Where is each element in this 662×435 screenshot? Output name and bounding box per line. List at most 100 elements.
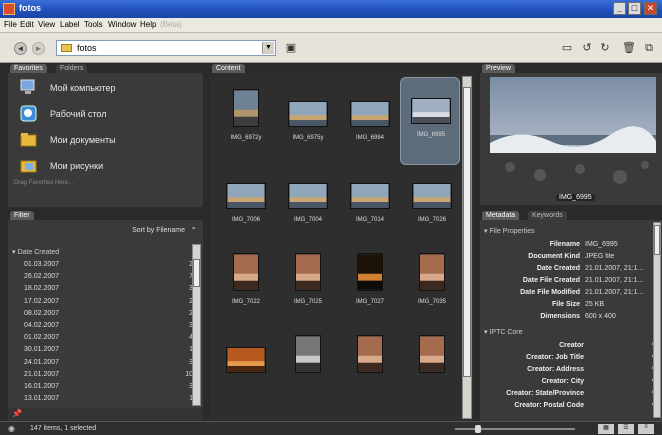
content-scroll-thumb[interactable] (463, 87, 471, 377)
filter-group-header[interactable]: ▾ Date Created (12, 248, 192, 256)
metadata-value[interactable]: IMG_6995 (585, 241, 657, 248)
filter-row[interactable]: 13.01.20071 (8, 394, 203, 404)
filter-date: 13.01.2007 (24, 395, 60, 403)
sort-by-dropdown[interactable]: Sort by Filename (132, 227, 185, 234)
filter-row[interactable]: 30.01.20071 (8, 345, 203, 355)
iptc-core-header[interactable]: ▾ IPTC Core (484, 328, 523, 336)
metadata-value[interactable]: JPEG file (585, 253, 657, 260)
metadata-row: Filename IMG_6995 (480, 240, 662, 250)
thumbnail-image (295, 253, 321, 291)
metadata-value[interactable]: 25 KB (585, 301, 657, 308)
app-icon (3, 3, 15, 15)
thumbnail-image (357, 335, 383, 373)
menu-help[interactable]: Help (140, 20, 156, 29)
copy-icon[interactable]: ⧉ (642, 42, 656, 55)
favorite-documents[interactable]: Мои документы (20, 129, 200, 151)
path-dropdown[interactable]: fotos ▼ (56, 40, 276, 56)
view-details-button[interactable]: ☰ (618, 424, 634, 434)
close-button[interactable]: ✕ (644, 2, 657, 15)
iptc-row[interactable]: Creator: City✎ (480, 377, 662, 387)
favorite-pictures[interactable]: Мои рисунки (20, 155, 200, 177)
metadata-value[interactable]: 21.01.2007, 21:1... (585, 277, 657, 284)
filter-row[interactable]: 24.01.20073 (8, 358, 203, 368)
filter-tabstrip: Filter (8, 210, 203, 220)
filter-row[interactable]: 08.02.20072 (8, 309, 203, 319)
iptc-row[interactable]: Creator: Postal Code✎ (480, 401, 662, 411)
metadata-value[interactable]: 21.01.2007, 21:1... (585, 289, 657, 296)
tab-favorites[interactable]: Favorites (10, 64, 47, 73)
desktop-icon (20, 105, 37, 122)
tab-folders[interactable]: Folders (56, 64, 88, 73)
section-label: File Properties (489, 228, 535, 235)
menu-view[interactable]: View (38, 20, 55, 29)
slider-handle[interactable] (475, 425, 481, 433)
tab-filter[interactable]: Filter (10, 211, 34, 220)
filter-row[interactable]: 26.02.20077 (8, 272, 203, 282)
tab-keywords[interactable]: Keywords (528, 211, 567, 220)
menu-tools[interactable]: Tools (84, 20, 103, 29)
favorite-desktop[interactable]: Рабочий стол (20, 103, 200, 125)
metadata-value[interactable]: 21.01.2007, 21:1... (585, 265, 657, 272)
pin-icon[interactable]: 📌 (12, 409, 22, 418)
back-button[interactable]: ◄ (14, 42, 27, 55)
trash-icon[interactable]: 🗑 (622, 42, 636, 55)
filter-row[interactable]: 16.01.20073 (8, 382, 203, 392)
chevron-down-icon[interactable]: ▼ (262, 42, 274, 54)
menu-label[interactable]: Label (60, 20, 80, 29)
iptc-row[interactable]: Creator: Job Title✎ (480, 353, 662, 363)
thumbnail-image (350, 101, 390, 127)
preview-caption: IMG_6995 (556, 194, 595, 201)
tab-preview[interactable]: Preview (482, 64, 515, 73)
thumbnail-size-slider[interactable] (455, 425, 575, 433)
view-list-button[interactable]: ≡ (638, 424, 654, 434)
file-properties-header[interactable]: ▾ File Properties (484, 227, 535, 235)
filter-date: 16.01.2007 (24, 383, 60, 390)
favorite-label: Мои документы (50, 135, 116, 145)
thumbnail-item[interactable]: IMG_6995 (400, 77, 460, 165)
iptc-row[interactable]: Creator: State/Province✎ (480, 389, 662, 399)
rotate-right-icon[interactable]: ↻ (598, 42, 612, 55)
forward-button[interactable]: ► (32, 42, 45, 55)
status-bar: ◉ 147 items, 1 selected ▦ ☰ ≡ (0, 421, 662, 435)
view-grid-button[interactable]: ▦ (598, 424, 614, 434)
thumbnail-image (295, 335, 321, 373)
rotate-left-icon[interactable]: ↺ (580, 42, 594, 55)
favorite-my-computer[interactable]: Мой компьютер (20, 77, 200, 99)
go-up-icon[interactable]: ▣ (284, 42, 298, 55)
filter-row[interactable]: 17.02.20072 (8, 297, 203, 307)
metadata-key: Document Kind (528, 253, 580, 260)
filter-row[interactable]: 01.02.20074 (8, 333, 203, 343)
minimize-button[interactable]: _ (613, 2, 626, 15)
metadata-row: File Size 25 KB (480, 300, 662, 310)
filter-scrollbar[interactable] (192, 244, 201, 406)
content-scrollbar[interactable] (462, 76, 472, 419)
filter-scroll-thumb[interactable] (193, 259, 200, 287)
filter-panel: Filter Sort by Filename ⌃ ▾ Date Created… (8, 210, 203, 408)
eye-icon[interactable]: ◉ (8, 424, 15, 433)
tab-content[interactable]: Content (212, 64, 245, 73)
sort-direction-icon[interactable]: ⌃ (190, 226, 197, 235)
filter-row[interactable]: 18.02.20073 (8, 284, 203, 294)
menu-edit[interactable]: Edit (20, 20, 34, 29)
thumbnail-image (412, 183, 452, 209)
thumbnail-caption: IMG_7006 (231, 217, 261, 223)
iptc-row[interactable]: Creator✎ (480, 341, 662, 351)
metadata-scrollbar[interactable] (653, 222, 661, 418)
tab-metadata[interactable]: Metadata (482, 211, 520, 220)
thumbnail-image (350, 183, 390, 209)
new-folder-icon[interactable]: ▭ (560, 42, 574, 55)
metadata-value[interactable]: 600 x 400 (585, 313, 657, 320)
thumbnail-image (419, 253, 445, 291)
menu-window[interactable]: Window (108, 20, 136, 29)
thumbnail-caption: IMG_7027 (355, 299, 385, 305)
menu-file[interactable]: File (4, 20, 17, 29)
iptc-row[interactable]: Creator: Address✎ (480, 365, 662, 375)
favorites-hint: Drag Favorites Here... (14, 180, 74, 186)
filter-row[interactable]: 01.03.20072 (8, 260, 203, 270)
filter-row[interactable]: 21.01.2007 10 (8, 370, 203, 380)
maximize-button[interactable]: □ (628, 2, 641, 15)
filter-row[interactable]: 04.02.20073 (8, 321, 203, 331)
metadata-key: Filename (549, 241, 580, 248)
metadata-scroll-thumb[interactable] (654, 225, 660, 255)
filter-date: 01.02.2007 (24, 334, 60, 342)
